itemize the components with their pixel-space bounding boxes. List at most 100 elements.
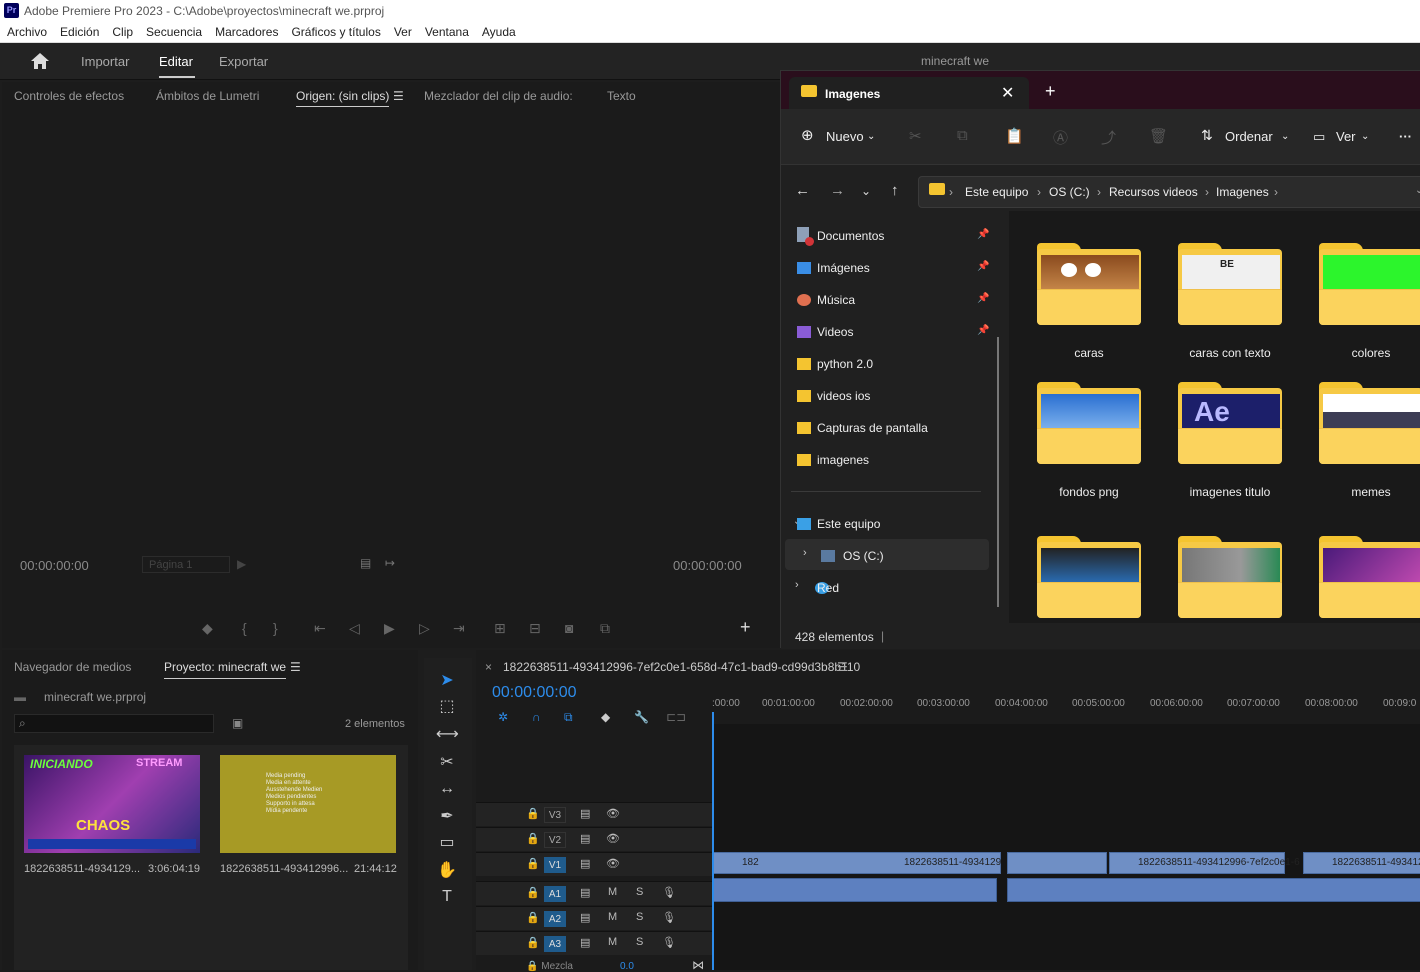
video-clip[interactable]: 182 1822638511-4934129 [713,852,1001,874]
settings-icon[interactable]: ▤ [360,556,371,570]
panel-menu-icon[interactable]: ☰ [393,89,404,103]
paste-icon[interactable]: 📋 [1005,127,1024,145]
audio-clip[interactable] [713,878,997,902]
video-clip[interactable]: 1822638511-493412996-7ef2c0e1-6 [1109,852,1300,874]
folder-item[interactable] [1037,536,1141,618]
linked-selection-icon[interactable]: ⧉ [564,710,573,725]
mix-value[interactable]: 0.0 [620,961,634,972]
folder-item[interactable] [1319,536,1420,618]
mark-in-icon[interactable]: { [242,620,247,636]
pin-icon[interactable]: 📌 [977,261,989,272]
back-icon[interactable]: ← [795,182,810,199]
mark-out-icon[interactable]: } [273,620,278,636]
add-marker-icon[interactable]: ◆ [601,710,610,724]
new-bin-icon[interactable]: ▣ [232,716,243,730]
sidebar-item-imagenes-folder[interactable]: imagenes [817,453,869,467]
playhead-timecode[interactable]: 00:00:00:00 [492,684,577,702]
breadcrumb-os[interactable]: OS (C:) [1049,185,1090,199]
track-a3[interactable]: 🔒 A3 ▤ M S 🎙 [476,931,712,955]
view-button[interactable]: Ver [1336,129,1356,144]
export-frame-icon[interactable]: ⧉ [600,620,610,637]
menu-edicion[interactable]: Edición [53,22,105,39]
selected-row[interactable] [785,539,989,570]
search-input[interactable]: ⌕ [14,714,214,733]
pin-icon[interactable]: 📌 [977,325,989,336]
snap-icon[interactable]: ✲ [498,710,508,724]
insert-icon[interactable]: ↦ [385,556,395,570]
rename-icon[interactable]: Ⓐ [1053,127,1068,148]
menu-clip[interactable]: Clip [105,22,139,39]
sidebar-item-python[interactable]: python 2.0 [817,357,873,371]
go-to-in-icon[interactable]: ⇤ [314,620,326,637]
razor-icon[interactable]: ✂ [436,752,458,774]
slip-tool-icon[interactable]: ↔ [436,778,458,800]
copy-icon[interactable]: ⧉ [957,127,968,144]
scrollbar[interactable] [997,337,999,607]
sidebar-item-videos-ios[interactable]: videos ios [817,389,870,403]
ripple-edit-icon[interactable]: ⟷ [436,724,459,746]
home-icon[interactable] [30,52,50,70]
thumbnail-stream[interactable]: INICIANDO STREAM CHAOS [24,755,200,853]
panel-menu-icon[interactable]: ☰ [837,660,848,674]
pin-icon[interactable]: 📌 [977,293,989,304]
new-icon[interactable]: ⊕ [801,126,814,144]
folder-colores[interactable] [1319,243,1420,325]
folder-caras-con-texto[interactable]: BE [1178,243,1282,325]
explorer-tab[interactable]: Imagenes ✕ [789,77,1029,109]
video-clip[interactable]: 1822638511-4934129 [1303,852,1420,874]
type-tool-icon[interactable]: T [436,886,458,908]
tab-exportar[interactable]: Exportar [219,54,268,69]
folder-memes[interactable] [1319,382,1420,464]
share-icon[interactable]: ⤴ [1101,127,1116,148]
tab-mezclador[interactable]: Mezclador del clip de audio: [424,89,573,103]
insert-clip-icon[interactable]: ⊞ [494,620,506,637]
rectangle-tool-icon[interactable]: ▭ [436,832,458,854]
sidebar-item-imagenes[interactable]: Imágenes [817,261,870,275]
sidebar-item-documentos[interactable]: Documentos [817,229,884,243]
step-back-icon[interactable]: ◁ [349,620,360,637]
track-v1[interactable]: 🔒 V1 ▤ 👁 [476,852,712,876]
menu-ventana[interactable]: Ventana [418,22,475,39]
step-forward-icon[interactable]: ▷ [419,620,430,637]
new-button[interactable]: Nuevo [826,129,864,144]
menu-marcadores[interactable]: Marcadores [208,22,284,39]
sidebar-item-videos[interactable]: Videos [817,325,853,339]
close-icon[interactable]: × [485,660,492,674]
more-icon[interactable]: ··· [1399,129,1412,144]
breadcrumb-imagenes[interactable]: Imagenes [1216,185,1269,199]
menu-graficos[interactable]: Gráficos y títulos [284,22,386,39]
folder-imagenes-titulo[interactable]: Ae [1178,382,1282,464]
chevron-right-icon[interactable]: › [803,547,807,559]
overwrite-icon[interactable]: ⊟ [529,620,541,637]
magnet-icon[interactable]: ∩ [532,710,541,724]
marker-icon[interactable]: ◆ [202,620,213,637]
camera-icon[interactable]: ◙ [565,620,573,636]
tab-importar[interactable]: Importar [81,54,129,69]
sequence-name[interactable]: 1822638511-493412996-7ef2c0e1-658d-47c1-… [503,660,860,674]
menu-ver[interactable]: Ver [387,22,418,39]
playhead[interactable] [712,712,714,970]
panel-menu-icon[interactable]: ☰ [290,660,301,674]
menu-ayuda[interactable]: Ayuda [475,22,522,39]
play-arrow-icon[interactable]: ▶ [237,557,246,571]
sidebar-item-musica[interactable]: Música [817,293,855,307]
wrench-icon[interactable]: 🔧 [634,710,649,724]
track-area[interactable]: 182 1822638511-4934129 1822638511-4934129… [712,724,1420,970]
tab-proyecto[interactable]: Proyecto: minecraft we [164,660,287,679]
tab-controles-efectos[interactable]: Controles de efectos [14,89,124,103]
sidebar-item-este-equipo[interactable]: Este equipo [817,517,880,531]
chevron-right-icon[interactable]: › [795,579,799,591]
folder-caras[interactable] [1037,243,1141,325]
sort-icon[interactable]: ⇅ [1201,127,1213,144]
hand-tool-icon[interactable]: ✋ [436,860,458,882]
track-select-icon[interactable]: ⬚ [436,696,458,718]
new-tab-icon[interactable]: + [1045,81,1056,102]
captions-icon[interactable]: ⊏⊐ [666,710,686,724]
tab-navegador-medios[interactable]: Navegador de medios [14,660,131,674]
tab-editar[interactable]: Editar [159,54,193,69]
sort-button[interactable]: Ordenar [1225,129,1273,144]
menu-secuencia[interactable]: Secuencia [139,22,208,39]
selection-tool-icon[interactable]: ➤ [436,670,458,692]
view-icon[interactable]: ▭ [1313,129,1325,145]
audio-clip[interactable] [1007,878,1420,902]
